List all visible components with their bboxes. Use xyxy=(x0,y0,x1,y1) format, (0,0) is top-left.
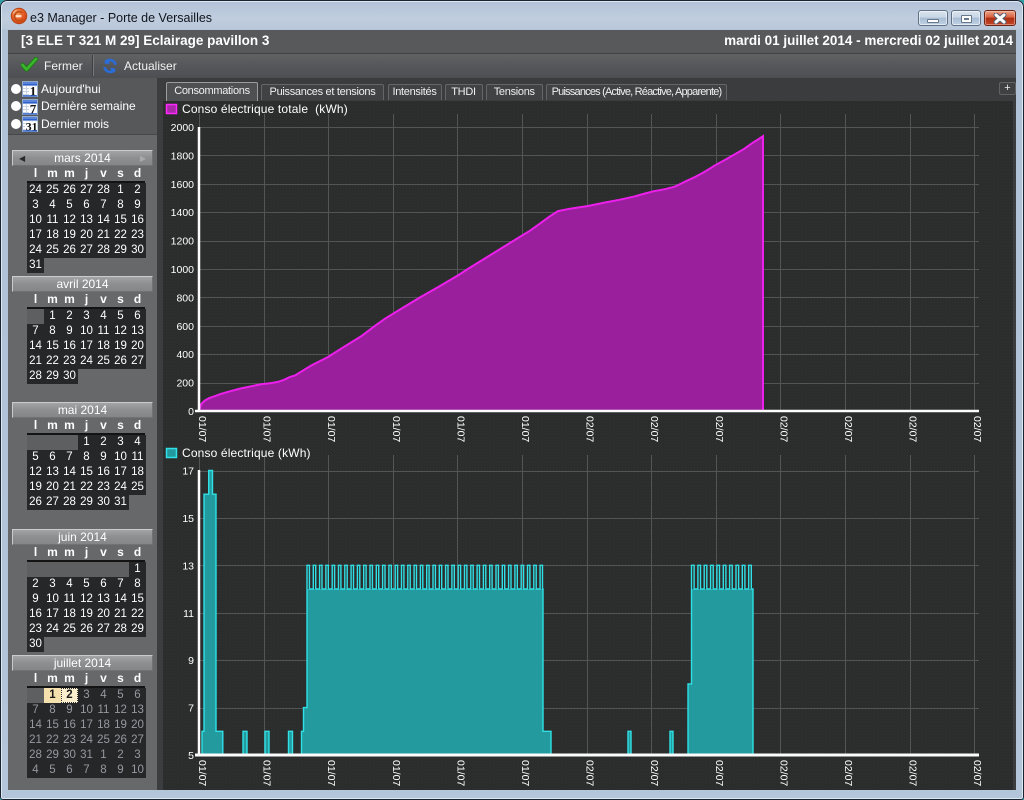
svg-text:02/07: 02/07 xyxy=(777,416,789,442)
svg-text:13: 13 xyxy=(182,560,194,572)
svg-text:01/07: 01/07 xyxy=(325,760,337,786)
svg-text:9: 9 xyxy=(188,655,194,667)
svg-text:02/07: 02/07 xyxy=(648,760,660,786)
svg-text:02/07: 02/07 xyxy=(971,416,983,442)
svg-text:15: 15 xyxy=(182,513,194,525)
svg-text:1200: 1200 xyxy=(171,236,195,248)
svg-text:01/07: 01/07 xyxy=(454,760,466,786)
svg-text:01/07: 01/07 xyxy=(325,416,337,442)
svg-text:0: 0 xyxy=(188,406,194,418)
svg-text:02/07: 02/07 xyxy=(584,416,596,442)
svg-text:02/07: 02/07 xyxy=(842,416,854,442)
svg-text:01/07: 01/07 xyxy=(196,416,208,442)
svg-text:11: 11 xyxy=(183,608,194,620)
svg-text:02/07: 02/07 xyxy=(648,416,660,442)
svg-text:02/07: 02/07 xyxy=(971,760,983,786)
svg-text:02/07: 02/07 xyxy=(842,760,854,786)
svg-text:01/07: 01/07 xyxy=(390,416,402,442)
svg-text:01/07: 01/07 xyxy=(261,416,273,442)
svg-text:7: 7 xyxy=(188,703,194,715)
svg-text:Conso électrique (kWh): Conso électrique (kWh) xyxy=(182,446,311,460)
svg-text:01/07: 01/07 xyxy=(454,416,466,442)
svg-text:1: 1 xyxy=(30,84,37,97)
svg-text:01/07: 01/07 xyxy=(196,760,208,786)
svg-text:200: 200 xyxy=(176,378,194,390)
svg-text:1000: 1000 xyxy=(171,264,195,276)
svg-text:1800: 1800 xyxy=(171,150,195,162)
svg-text:02/07: 02/07 xyxy=(584,760,596,786)
svg-text:5: 5 xyxy=(188,750,194,762)
svg-text:7: 7 xyxy=(30,101,37,114)
svg-text:1600: 1600 xyxy=(171,179,195,191)
svg-text:02/07: 02/07 xyxy=(907,416,919,442)
svg-text:01/07: 01/07 xyxy=(261,760,273,786)
svg-text:01/07: 01/07 xyxy=(519,760,531,786)
svg-text:2000: 2000 xyxy=(171,122,195,134)
svg-text:Conso électrique totale (kWh): Conso électrique totale (kWh) xyxy=(182,102,348,116)
svg-text:31: 31 xyxy=(26,120,38,132)
svg-text:600: 600 xyxy=(176,321,194,333)
svg-text:400: 400 xyxy=(176,349,194,361)
svg-text:17: 17 xyxy=(182,466,194,478)
svg-text:02/07: 02/07 xyxy=(907,760,919,786)
svg-text:01/07: 01/07 xyxy=(390,760,402,786)
svg-text:01/07: 01/07 xyxy=(519,416,531,442)
svg-text:1400: 1400 xyxy=(171,207,195,219)
svg-text:800: 800 xyxy=(176,292,194,304)
svg-text:02/07: 02/07 xyxy=(777,760,789,786)
svg-text:02/07: 02/07 xyxy=(713,760,725,786)
svg-text:02/07: 02/07 xyxy=(713,416,725,442)
